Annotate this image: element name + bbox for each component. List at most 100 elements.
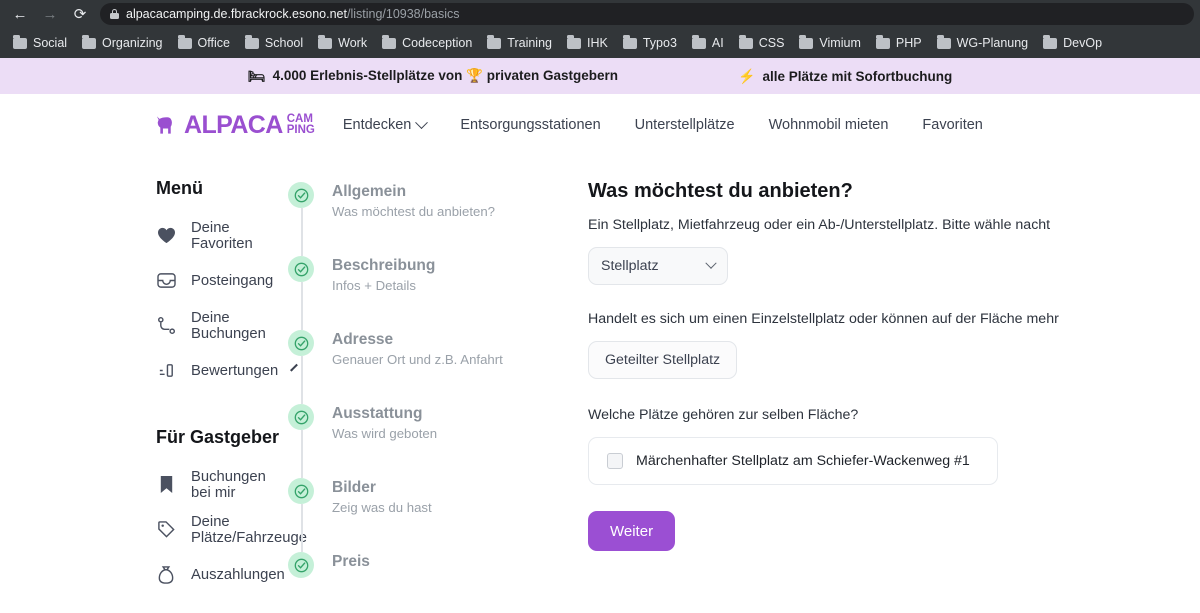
sidebar-item-label: Posteingang: [191, 272, 274, 289]
bookmark-item[interactable]: School: [238, 33, 310, 53]
step-title: Allgemein: [332, 183, 407, 200]
step-allgemein[interactable]: Allgemein Was möchtest du anbieten?: [288, 182, 588, 256]
bookmark-item[interactable]: IHK: [560, 33, 615, 53]
weiter-label: Weiter: [610, 522, 654, 540]
url-domain: alpacacamping.de.fbrackrock.esono.net: [126, 7, 347, 21]
step-subtitle: Genauer Ort und z.B. Anfahrt: [332, 351, 503, 367]
url-text: alpacacamping.de.fbrackrock.esono.net/li…: [126, 7, 460, 21]
bookmark-label: Social: [33, 36, 68, 50]
weiter-button[interactable]: Weiter: [588, 511, 676, 551]
bookmark-item[interactable]: WG-Planung: [930, 33, 1036, 53]
forward-arrow-icon[interactable]: →: [36, 2, 64, 26]
chevron-down-icon: [415, 115, 429, 129]
sidebar-item-plaetze-fahrzeuge[interactable]: Deine Plätze/Fahrzeuge: [156, 507, 307, 552]
sidebar-item-favoriten[interactable]: Deine Favoriten: [156, 213, 288, 258]
step-rail: [288, 478, 318, 552]
sidebar-item-buchungen-bei-mir[interactable]: Buchungen bei mir: [156, 462, 288, 507]
geteilter-stellplatz-button[interactable]: Geteilter Stellplatz: [588, 341, 738, 379]
bookmark-item[interactable]: Organizing: [75, 33, 169, 53]
nav-item-wohnmobil-mieten[interactable]: Wohnmobil mieten: [769, 117, 889, 133]
sidebar-item-auszahlungen[interactable]: Auszahlungen: [156, 552, 288, 597]
sidebar-item-bewertungen[interactable]: Bewertungen: [156, 348, 299, 393]
folder-icon: [244, 35, 259, 49]
nav-label: Entsorgungsstationen: [460, 117, 601, 133]
promo-banner: 🛏 4.000 Erlebnis-Stellplätze von 🏆 priva…: [0, 58, 1200, 94]
bookmark-item[interactable]: DevOp: [1036, 33, 1109, 53]
form-description: Ein Stellplatz, Mietfahrzeug oder ein Ab…: [588, 217, 1051, 233]
bookmarks-bar: Social Organizing Office School Work Cod…: [0, 28, 1200, 58]
step-bilder[interactable]: Bilder Zeig was du hast: [288, 478, 588, 552]
sidebar-item-label: Deine Buchungen: [191, 309, 266, 342]
step-connector: [301, 504, 303, 552]
bookmark-item[interactable]: Typo3: [616, 33, 684, 53]
money-bag-icon: [156, 565, 176, 585]
folder-icon: [875, 35, 890, 49]
folder-icon: [13, 35, 27, 49]
bookmark-item[interactable]: Training: [480, 33, 559, 53]
bookmark-item[interactable]: Codeception: [375, 33, 479, 53]
heart-icon: [156, 226, 176, 246]
step-beschreibung[interactable]: Beschreibung Infos + Details: [288, 256, 588, 330]
listing-checkbox-row[interactable]: Märchenhafter Stellplatz am Schiefer-Wac…: [588, 437, 998, 485]
bookmark-item[interactable]: CSS: [732, 33, 792, 53]
alpaca-icon: [156, 116, 172, 134]
step-rail: [288, 256, 318, 330]
folder-icon: [1043, 35, 1058, 49]
bookmark-item[interactable]: PHP: [869, 33, 929, 53]
check-circle-icon: [288, 330, 314, 356]
sidebar-item-buchungen[interactable]: Deine Buchungen: [156, 303, 288, 348]
address-bar[interactable]: alpacacamping.de.fbrackrock.esono.net/li…: [100, 3, 1194, 25]
bookmark-label: Work: [338, 36, 368, 50]
bookmark-item[interactable]: Work: [311, 33, 374, 53]
site-logo[interactable]: ALPACA CAM PING: [156, 110, 315, 139]
browser-toolbar: ← → ⟳ alpacacamping.de.fbrackrock.esono.…: [0, 0, 1200, 28]
checkbox-input[interactable]: [607, 453, 623, 469]
nav-item-unterstellplaetze[interactable]: Unterstellplätze: [635, 117, 735, 133]
chevron-down-icon: [705, 257, 717, 269]
logo-wordmark: ALPACA: [184, 110, 283, 139]
folder-icon: [567, 35, 581, 49]
check-circle-icon: [288, 182, 314, 208]
bookmark-label: Organizing: [102, 36, 163, 50]
folder-icon: [487, 35, 502, 49]
nav-label: Wohnmobil mieten: [768, 117, 889, 133]
promo-right: ⚡ alle Plätze mit Sofortbuchung: [738, 68, 952, 85]
step-rail: [288, 330, 318, 404]
route-icon: [156, 316, 176, 336]
step-title: Ausstattung: [332, 405, 423, 422]
bookmark-item[interactable]: Social: [6, 33, 74, 53]
step-text: Preis: [332, 552, 370, 613]
step-text: Ausstattung Was wird geboten: [332, 404, 437, 478]
step-adresse[interactable]: Adresse Genauer Ort und z.B. Anfahrt: [288, 330, 588, 404]
back-arrow-icon[interactable]: ←: [6, 2, 34, 26]
folder-icon: [382, 35, 397, 49]
step-connector: [301, 282, 303, 330]
step-connector: [301, 208, 303, 256]
nav-item-favoriten[interactable]: Favoriten: [922, 117, 982, 133]
sidebar-host-title: Für Gastgeber: [156, 427, 280, 447]
sidebar-menu-title: Menü: [156, 178, 203, 198]
step-connector: [301, 430, 303, 478]
select-value: Stellplatz: [601, 258, 659, 274]
step-title: Bilder: [332, 479, 376, 496]
bookmark-item[interactable]: Office: [171, 33, 237, 53]
bookmark-item[interactable]: AI: [685, 33, 731, 53]
nav-item-entdecken[interactable]: Entdecken: [343, 115, 429, 133]
sidebar-item-label: Deine Favoriten: [191, 219, 253, 252]
page-body: Menü Deine Favoriten Posteingang Deine B…: [0, 156, 1200, 613]
inbox-icon: [156, 271, 176, 291]
promo-left-text: 4.000 Erlebnis-Stellplätze von 🏆 private…: [272, 68, 618, 83]
bookmark-label: Office: [197, 36, 230, 50]
nav-item-entsorgungsstationen[interactable]: Entsorgungsstationen: [460, 117, 600, 133]
step-subtitle: Was möchtest du anbieten?: [332, 203, 495, 219]
form-question-3: Welche Plätze gehören zur selben Fläche?: [588, 407, 859, 423]
reload-icon[interactable]: ⟳: [66, 2, 94, 26]
step-ausstattung[interactable]: Ausstattung Was wird geboten: [288, 404, 588, 478]
step-preis[interactable]: Preis: [288, 552, 588, 613]
listing-type-select[interactable]: Stellplatz: [588, 247, 728, 285]
tag-icon: [156, 520, 176, 540]
sidebar-item-posteingang[interactable]: Posteingang: [156, 258, 288, 303]
folder-icon: [799, 35, 814, 49]
bookmark-item[interactable]: Vimium: [792, 33, 867, 53]
promo-right-text: alle Plätze mit Sofortbuchung: [762, 68, 953, 84]
